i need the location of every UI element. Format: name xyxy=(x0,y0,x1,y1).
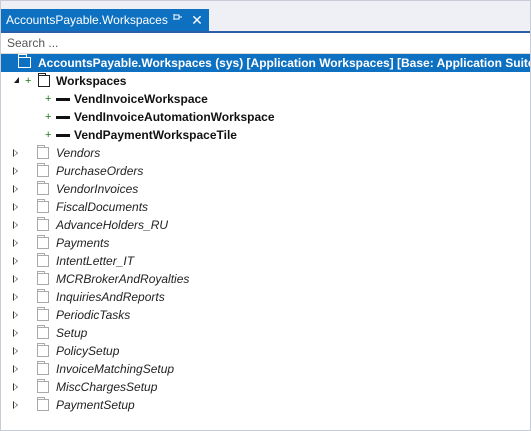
folder-icon xyxy=(37,199,49,213)
collapsed-arrow-icon[interactable] xyxy=(13,167,18,175)
tree-node-folder[interactable]: VendorInvoices xyxy=(1,180,530,198)
tree-node-label: VendPaymentWorkspaceTile xyxy=(74,128,237,142)
collapsed-arrow-icon[interactable] xyxy=(13,275,18,283)
tree-node-label: Workspaces xyxy=(56,74,127,88)
tree-node-folder[interactable]: PurchaseOrders xyxy=(1,162,530,180)
tree-node-label: InquiriesAndReports xyxy=(56,290,165,304)
folder-icon xyxy=(37,289,49,303)
tree-node-folder[interactable]: PaymentSetup xyxy=(1,396,530,414)
folder-icon xyxy=(37,397,49,411)
folder-icon xyxy=(38,73,50,87)
workspace-reference-icon xyxy=(56,134,70,137)
tree-node-label: MCRBrokerAndRoyalties xyxy=(56,272,190,286)
tree-node-label: PaymentSetup xyxy=(56,398,135,412)
folder-icon xyxy=(37,181,49,195)
workspace-root-icon xyxy=(18,54,31,68)
folder-icon xyxy=(37,379,49,393)
collapsed-arrow-icon[interactable] xyxy=(13,257,18,265)
tree-node-folder[interactable]: MCRBrokerAndRoyalties xyxy=(1,270,530,288)
collapsed-arrow-icon[interactable] xyxy=(13,311,18,319)
tree-node-label: VendInvoiceWorkspace xyxy=(74,92,208,106)
tree-node-folder[interactable]: InquiriesAndReports xyxy=(1,288,530,306)
added-plus-icon: + xyxy=(45,129,52,141)
tree-node-label: VendorInvoices xyxy=(56,182,139,196)
collapsed-arrow-icon[interactable] xyxy=(13,293,18,301)
folder-icon xyxy=(37,361,49,375)
search-bar xyxy=(1,33,530,54)
added-plus-icon: + xyxy=(45,93,52,105)
folder-icon xyxy=(37,271,49,285)
tree-node-label: PurchaseOrders xyxy=(56,164,144,178)
tree-node-label: MiscChargesSetup xyxy=(56,380,158,394)
collapsed-arrow-icon[interactable] xyxy=(13,347,18,355)
tree-node-folder[interactable]: AdvanceHolders_RU xyxy=(1,216,530,234)
tree-node-label: AdvanceHolders_RU xyxy=(56,218,169,232)
tree-node-folder[interactable]: PeriodicTasks xyxy=(1,306,530,324)
collapsed-arrow-icon[interactable] xyxy=(13,401,18,409)
collapsed-arrow-icon[interactable] xyxy=(13,365,18,373)
collapsed-arrow-icon[interactable] xyxy=(13,149,18,157)
folder-icon xyxy=(37,325,49,339)
collapsed-arrow-icon[interactable] xyxy=(13,203,18,211)
tree-node-label: FiscalDocuments xyxy=(56,200,149,214)
collapsed-arrow-icon[interactable] xyxy=(13,185,18,193)
tree-node-folder[interactable]: PolicySetup xyxy=(1,342,530,360)
added-plus-icon: + xyxy=(45,111,52,123)
workspace-reference-icon xyxy=(56,116,70,119)
tree-node-label: InvoiceMatchingSetup xyxy=(56,362,175,376)
folder-icon xyxy=(37,145,49,159)
tree-node-workspace-item[interactable]: + VendPaymentWorkspaceTile xyxy=(1,126,530,144)
tree-node-folder[interactable]: IntentLetter_IT xyxy=(1,252,530,270)
tree-node-folder[interactable]: Setup xyxy=(1,324,530,342)
tree-node-label: PeriodicTasks xyxy=(56,308,131,322)
tree-node-folder[interactable]: MiscChargesSetup xyxy=(1,378,530,396)
tree-root-node[interactable]: AccountsPayable.Workspaces (sys) [Applic… xyxy=(1,54,530,72)
workspace-reference-icon xyxy=(56,98,70,101)
tree-node-workspace-item[interactable]: + VendInvoiceAutomationWorkspace xyxy=(1,108,530,126)
tab-title: AccountsPayable.Workspaces xyxy=(6,13,168,27)
pin-icon[interactable] xyxy=(171,9,185,31)
folder-icon xyxy=(37,343,49,357)
tab-accountspayable-workspaces[interactable]: AccountsPayable.Workspaces ✕ xyxy=(1,9,209,31)
tree-node-label: Payments xyxy=(56,236,110,250)
folder-icon xyxy=(37,235,49,249)
tree-node-label: Setup xyxy=(56,326,88,340)
collapsed-arrow-icon[interactable] xyxy=(13,383,18,391)
folder-icon xyxy=(37,253,49,267)
tree-root-label: AccountsPayable.Workspaces (sys) [Applic… xyxy=(38,56,531,70)
tree-node-folder[interactable]: FiscalDocuments xyxy=(1,198,530,216)
tree-node-label: VendInvoiceAutomationWorkspace xyxy=(74,110,275,124)
tree-node-label: Vendors xyxy=(56,146,101,160)
collapsed-arrow-icon[interactable] xyxy=(13,239,18,247)
tree-node-folder[interactable]: Payments xyxy=(1,234,530,252)
search-input[interactable] xyxy=(1,33,527,53)
folder-icon xyxy=(37,163,49,177)
tree-node-workspace-item[interactable]: + VendInvoiceWorkspace xyxy=(1,90,530,108)
tree-node-workspaces[interactable]: + Workspaces xyxy=(1,72,530,90)
collapsed-arrow-icon[interactable] xyxy=(13,329,18,337)
tree-node-label: IntentLetter_IT xyxy=(56,254,135,268)
collapsed-arrow-icon[interactable] xyxy=(13,221,18,229)
tab-strip: AccountsPayable.Workspaces ✕ xyxy=(1,1,530,33)
added-plus-icon: + xyxy=(25,75,32,87)
expanded-arrow-icon[interactable] xyxy=(12,72,22,90)
folder-icon xyxy=(37,217,49,231)
folder-icon xyxy=(37,307,49,321)
tree-node-folder[interactable]: Vendors xyxy=(1,144,530,162)
tree-node-label: PolicySetup xyxy=(56,344,120,358)
tree-node-folder[interactable]: InvoiceMatchingSetup xyxy=(1,360,530,378)
designer-window: AccountsPayable.Workspaces ✕ AccountsPay… xyxy=(0,0,531,431)
close-icon[interactable]: ✕ xyxy=(189,9,205,31)
